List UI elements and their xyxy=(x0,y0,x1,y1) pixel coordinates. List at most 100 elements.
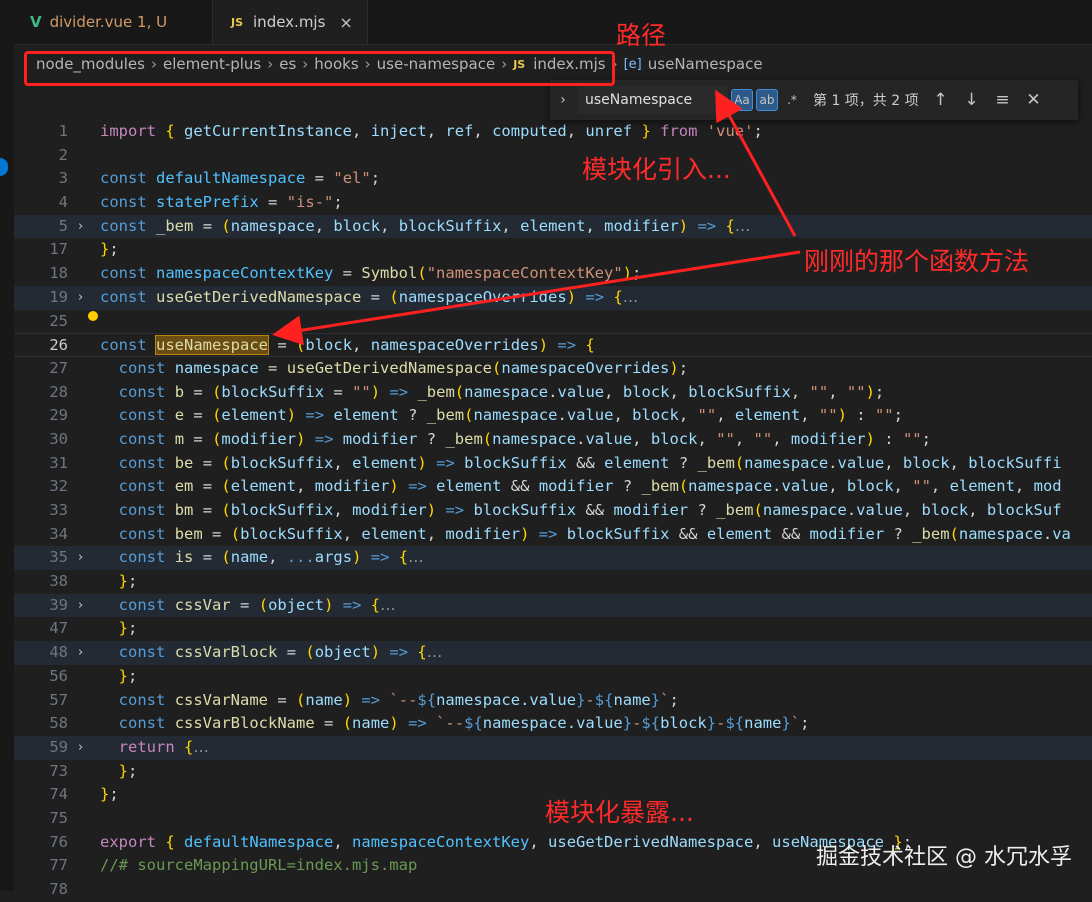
code-text: const bm = (blockSuffix, modifier) => bl… xyxy=(118,501,1062,519)
fold-chevron-icon[interactable]: › xyxy=(78,286,92,310)
code-line: 27 const namespace = useGetDerivedNamesp… xyxy=(14,357,1092,381)
line-number: 75 xyxy=(49,808,68,827)
code-text: }; xyxy=(118,619,138,638)
code-text: const m = (modifier) => modifier ? _bem(… xyxy=(118,429,931,448)
breadcrumb-item[interactable]: useNamespace xyxy=(648,55,763,73)
code-line: 30 const m = (modifier) => modifier ? _b… xyxy=(14,428,1092,452)
fold-chevron-icon[interactable]: › xyxy=(78,736,92,760)
activity-bar xyxy=(0,0,14,891)
code-text: const be = (blockSuffix, element) => blo… xyxy=(118,453,1062,472)
code-line: 73 }; xyxy=(14,760,1092,784)
line-number: 58 xyxy=(49,714,68,733)
line-number: 25 xyxy=(49,311,68,330)
code-text: const b = (blockSuffix = "") => _bem(nam… xyxy=(118,382,885,401)
code-text: return {… xyxy=(118,737,209,756)
code-text: const cssVar = (object) => {… xyxy=(118,595,396,614)
code-line: 3 const defaultNamespace = "el"; xyxy=(14,167,1092,191)
js-file-icon: JS xyxy=(231,15,244,29)
path-highlight-box xyxy=(24,51,615,86)
code-line: 39 › const cssVar = (object) => {… xyxy=(14,593,1092,618)
code-text: }; xyxy=(118,666,138,685)
line-number: 76 xyxy=(49,832,68,851)
vue-file-icon: V xyxy=(30,13,42,31)
code-line: 34 const bem = (blockSuffix, element, mo… xyxy=(14,523,1092,547)
close-icon[interactable]: × xyxy=(339,13,352,32)
arrow-down-icon[interactable]: ↓ xyxy=(956,90,987,110)
code-text: }; xyxy=(118,761,138,780)
code-line: 29 const e = (element) => element ? _bem… xyxy=(14,404,1092,428)
annotation-path: 路径 xyxy=(616,21,667,50)
code-text: const defaultNamespace = "el"; xyxy=(100,169,381,188)
line-number: 48 xyxy=(49,643,68,662)
code-line: 57 const cssVarName = (name) => `--${nam… xyxy=(14,689,1092,713)
annotation-export: 模块化暴露... xyxy=(545,798,694,827)
fold-chevron-icon[interactable]: › xyxy=(78,215,92,239)
fold-chevron-icon[interactable]: › xyxy=(78,594,92,618)
tab-status: 1, U xyxy=(137,13,168,31)
line-number: 3 xyxy=(58,169,68,188)
code-text: const statePrefix = "is-"; xyxy=(100,193,343,212)
regex-toggle[interactable]: .* xyxy=(781,89,803,111)
code-line: 32 const em = (element, modifier) => ele… xyxy=(14,475,1092,499)
find-input[interactable] xyxy=(578,86,728,114)
line-number: 19 xyxy=(49,287,68,306)
code-line: 5 › const _bem = (namespace, block, blockS… xyxy=(14,214,1092,239)
code-line: 38 }; xyxy=(14,570,1092,594)
tab-label: divider.vue xyxy=(49,13,133,31)
code-line: 58 const cssVarBlockName = (name) => `--… xyxy=(14,712,1092,736)
code-line: 2 xyxy=(14,144,1092,168)
code-line: 47 }; xyxy=(14,617,1092,641)
code-line: 28 const b = (blockSuffix = "") => _bem(… xyxy=(14,381,1092,405)
activity-indicator xyxy=(0,158,8,176)
find-widget: › Aa ab .* 第 1 项，共 2 项 ↑ ↓ ≡ ✕ xyxy=(550,80,1078,120)
line-number: 56 xyxy=(49,666,68,685)
code-text: const e = (element) => element ? _bem(na… xyxy=(118,406,903,425)
line-number: 33 xyxy=(49,501,68,519)
code-editor[interactable]: 1 import { getCurrentInstance, inject, re… xyxy=(14,120,1092,898)
arrow-up-icon[interactable]: ↑ xyxy=(925,90,956,110)
code-text: const cssVarBlockName = (name) => `--${n… xyxy=(118,714,810,733)
line-number: 31 xyxy=(49,453,68,472)
code-text: const cssVarBlock = (object) => {… xyxy=(118,643,443,662)
code-line: 33 const bm = (blockSuffix, modifier) =>… xyxy=(14,499,1092,523)
code-line: 59 › return {… xyxy=(14,735,1092,760)
line-number: 39 xyxy=(49,595,68,614)
symbol-icon: [e] xyxy=(623,56,642,72)
line-number: 32 xyxy=(49,477,68,496)
find-result-count: 第 1 项，共 2 项 xyxy=(813,93,919,109)
fold-chevron-icon[interactable]: › xyxy=(78,641,92,665)
code-text: //# sourceMappingURL=index.mjs.map xyxy=(100,856,418,875)
fold-chevron-icon[interactable]: › xyxy=(78,546,92,570)
code-line: 78 xyxy=(14,878,1092,902)
tab-index-mjs[interactable]: JS index.mjs × xyxy=(212,0,368,44)
code-text: const namespace = useGetDerivedNamespace… xyxy=(118,358,689,377)
find-in-selection-icon[interactable]: ≡ xyxy=(987,90,1018,110)
code-text: export { defaultNamespace, namespaceCont… xyxy=(100,832,913,851)
code-line: 1 import { getCurrentInstance, inject, re… xyxy=(14,120,1092,144)
code-text: const is = (name, ...args) => {… xyxy=(118,548,424,567)
tab-label: index.mjs xyxy=(253,13,326,31)
code-text: const cssVarName = (name) => `--${namesp… xyxy=(118,690,679,709)
line-number: 57 xyxy=(49,690,68,709)
code-line: 4 const statePrefix = "is-"; xyxy=(14,191,1092,215)
line-number: 17 xyxy=(49,240,68,259)
code-line: 26 const useNamespace = (block, namespace… xyxy=(14,333,1092,357)
match-case-toggle[interactable]: Aa xyxy=(731,89,753,111)
line-number: 77 xyxy=(49,856,68,875)
code-text: }; xyxy=(100,785,119,804)
line-number: 34 xyxy=(49,524,68,543)
code-text: const em = (element, modifier) => elemen… xyxy=(118,477,1062,496)
lightbulb-icon[interactable] xyxy=(88,311,98,321)
line-number: 2 xyxy=(58,145,68,164)
code-line: 25 xyxy=(14,310,1092,334)
line-number: 73 xyxy=(49,761,68,780)
match-word-toggle[interactable]: ab xyxy=(756,89,778,111)
line-number: 27 xyxy=(49,358,68,377)
line-number: 5 xyxy=(58,216,68,235)
code-line: 48 › const cssVarBlock = (object) => {… xyxy=(14,641,1092,665)
code-text: }; xyxy=(118,572,138,591)
tab-divider-vue[interactable]: V divider.vue 1, U xyxy=(30,0,208,44)
close-icon[interactable]: ✕ xyxy=(1018,90,1049,110)
watermark: 掘金技术社区 @ 水冗水孚 xyxy=(816,845,1072,870)
chevron-right-icon[interactable]: › xyxy=(550,92,576,108)
